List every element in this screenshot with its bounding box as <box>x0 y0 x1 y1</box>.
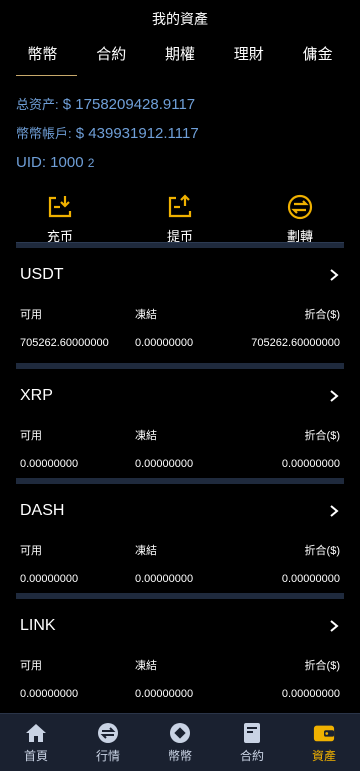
frozen-value: 0.00000000 <box>135 688 194 700</box>
converted-value: 0.00000000 <box>281 573 340 585</box>
withdraw-icon <box>165 192 195 222</box>
bottom-nav: 首頁 行情 幣幣 合約 資產 <box>0 713 360 771</box>
nav-contract[interactable]: 合約 <box>216 714 288 771</box>
chevron-right-icon <box>330 620 339 632</box>
chevron-right-icon <box>330 269 339 281</box>
available-value: 705262.60000000 <box>20 337 109 349</box>
available-header: 可用 <box>20 545 42 557</box>
asset-tabs: 幣幣 合約 期權 理財 傭金 <box>0 38 360 76</box>
frozen-value: 0.00000000 <box>135 458 194 470</box>
uid-suffix: 2 <box>87 156 95 170</box>
action-bar: 充币 提币 劃轉 <box>0 192 360 247</box>
chevron-right-icon <box>330 390 339 402</box>
frozen-header: 凍結 <box>135 309 157 321</box>
available-header: 可用 <box>20 430 42 442</box>
nav-home-label: 首頁 <box>23 748 48 763</box>
nav-market[interactable]: 行情 <box>72 714 144 771</box>
wallet-icon <box>313 722 335 744</box>
converted-header: 折合($) <box>304 430 340 442</box>
frozen-value: 0.00000000 <box>135 337 194 349</box>
tab-commission[interactable]: 傭金 <box>283 38 352 76</box>
available-value: 0.00000000 <box>20 573 79 585</box>
coin-account-value: $ 439931912.1117 <box>75 125 199 142</box>
deposit-button[interactable]: 充币 <box>0 192 120 247</box>
uid-label: UID: <box>16 154 46 171</box>
asset-card-xrp: XRP 可用 凍結 折合($) 0.00000000 0.00000000 0.… <box>16 363 344 478</box>
asset-card-link: LINK 可用 凍結 折合($) 0.00000000 0.00000000 0… <box>16 593 344 708</box>
market-icon <box>97 722 119 744</box>
asset-row-header[interactable]: XRP <box>16 369 344 423</box>
converted-header: 折合($) <box>304 660 340 672</box>
asset-values: 0.00000000 0.00000000 0.00000000 <box>16 447 344 481</box>
tab-finance[interactable]: 理財 <box>214 38 283 76</box>
contract-icon <box>241 722 263 744</box>
asset-row-header[interactable]: USDT <box>16 248 344 302</box>
coin-account-line: 幣幣帳戶: $ 439931912.1117 <box>16 119 344 148</box>
transfer-icon <box>285 192 315 222</box>
coin-icon <box>169 722 191 744</box>
uid-value: 1000 <box>50 154 84 171</box>
asset-name: LINK <box>20 617 56 634</box>
converted-value: 0.00000000 <box>281 688 340 700</box>
coin-account-label: 幣幣帳戶: <box>16 126 72 141</box>
tab-coin[interactable]: 幣幣 <box>8 38 77 76</box>
asset-name: USDT <box>20 266 64 283</box>
asset-name: DASH <box>20 502 65 519</box>
deposit-icon <box>45 192 75 222</box>
nav-assets[interactable]: 資產 <box>288 714 360 771</box>
nav-coin[interactable]: 幣幣 <box>144 714 216 771</box>
asset-name: XRP <box>20 387 53 404</box>
total-assets-value: $ 1758209428.9117 <box>62 96 196 113</box>
asset-values: 705262.60000000 0.00000000 705262.600000… <box>16 326 344 360</box>
asset-card-dash: DASH 可用 凍結 折合($) 0.00000000 0.00000000 0… <box>16 478 344 593</box>
frozen-header: 凍結 <box>135 545 157 557</box>
uid-line: UID: 1000 2 <box>16 148 344 178</box>
converted-value: 0.00000000 <box>281 458 340 470</box>
tab-options[interactable]: 期權 <box>146 38 215 76</box>
asset-col-headers: 可用 凍結 折合($) <box>16 538 344 562</box>
frozen-header: 凍結 <box>135 430 157 442</box>
nav-contract-label: 合約 <box>239 748 264 763</box>
frozen-header: 凍結 <box>135 660 157 672</box>
available-header: 可用 <box>20 660 42 672</box>
available-header: 可用 <box>20 309 42 321</box>
asset-values: 0.00000000 0.00000000 0.00000000 <box>16 562 344 596</box>
asset-col-headers: 可用 凍結 折合($) <box>16 302 344 326</box>
asset-col-headers: 可用 凍結 折合($) <box>16 653 344 677</box>
total-assets-line: 总资产: $ 1758209428.9117 <box>16 90 344 119</box>
home-icon <box>25 722 47 744</box>
converted-header: 折合($) <box>304 545 340 557</box>
converted-header: 折合($) <box>304 309 340 321</box>
asset-row-header[interactable]: DASH <box>16 484 344 538</box>
frozen-value: 0.00000000 <box>135 573 194 585</box>
asset-card-usdt: USDT 可用 凍結 折合($) 705262.60000000 0.00000… <box>16 248 344 363</box>
withdraw-button[interactable]: 提币 <box>120 192 240 247</box>
nav-home[interactable]: 首頁 <box>0 714 72 771</box>
chevron-right-icon <box>330 505 339 517</box>
nav-market-label: 行情 <box>95 748 120 763</box>
asset-list[interactable]: USDT 可用 凍結 折合($) 705262.60000000 0.00000… <box>16 248 344 713</box>
page-title: 我的資產 <box>152 11 208 27</box>
account-summary: 总资产: $ 1758209428.9117 幣幣帳戶: $ 439931912… <box>0 76 360 178</box>
available-value: 0.00000000 <box>20 688 79 700</box>
nav-assets-label: 資產 <box>311 748 336 763</box>
asset-row-header[interactable]: LINK <box>16 599 344 653</box>
tab-contract[interactable]: 合約 <box>77 38 146 76</box>
nav-coin-label: 幣幣 <box>167 748 192 763</box>
total-assets-label: 总资产: <box>16 97 59 112</box>
transfer-button[interactable]: 劃轉 <box>240 192 360 247</box>
asset-col-headers: 可用 凍結 折合($) <box>16 423 344 447</box>
available-value: 0.00000000 <box>20 458 79 470</box>
asset-values: 0.00000000 0.00000000 0.00000000 <box>16 677 344 711</box>
converted-value: 705262.60000000 <box>251 337 340 349</box>
